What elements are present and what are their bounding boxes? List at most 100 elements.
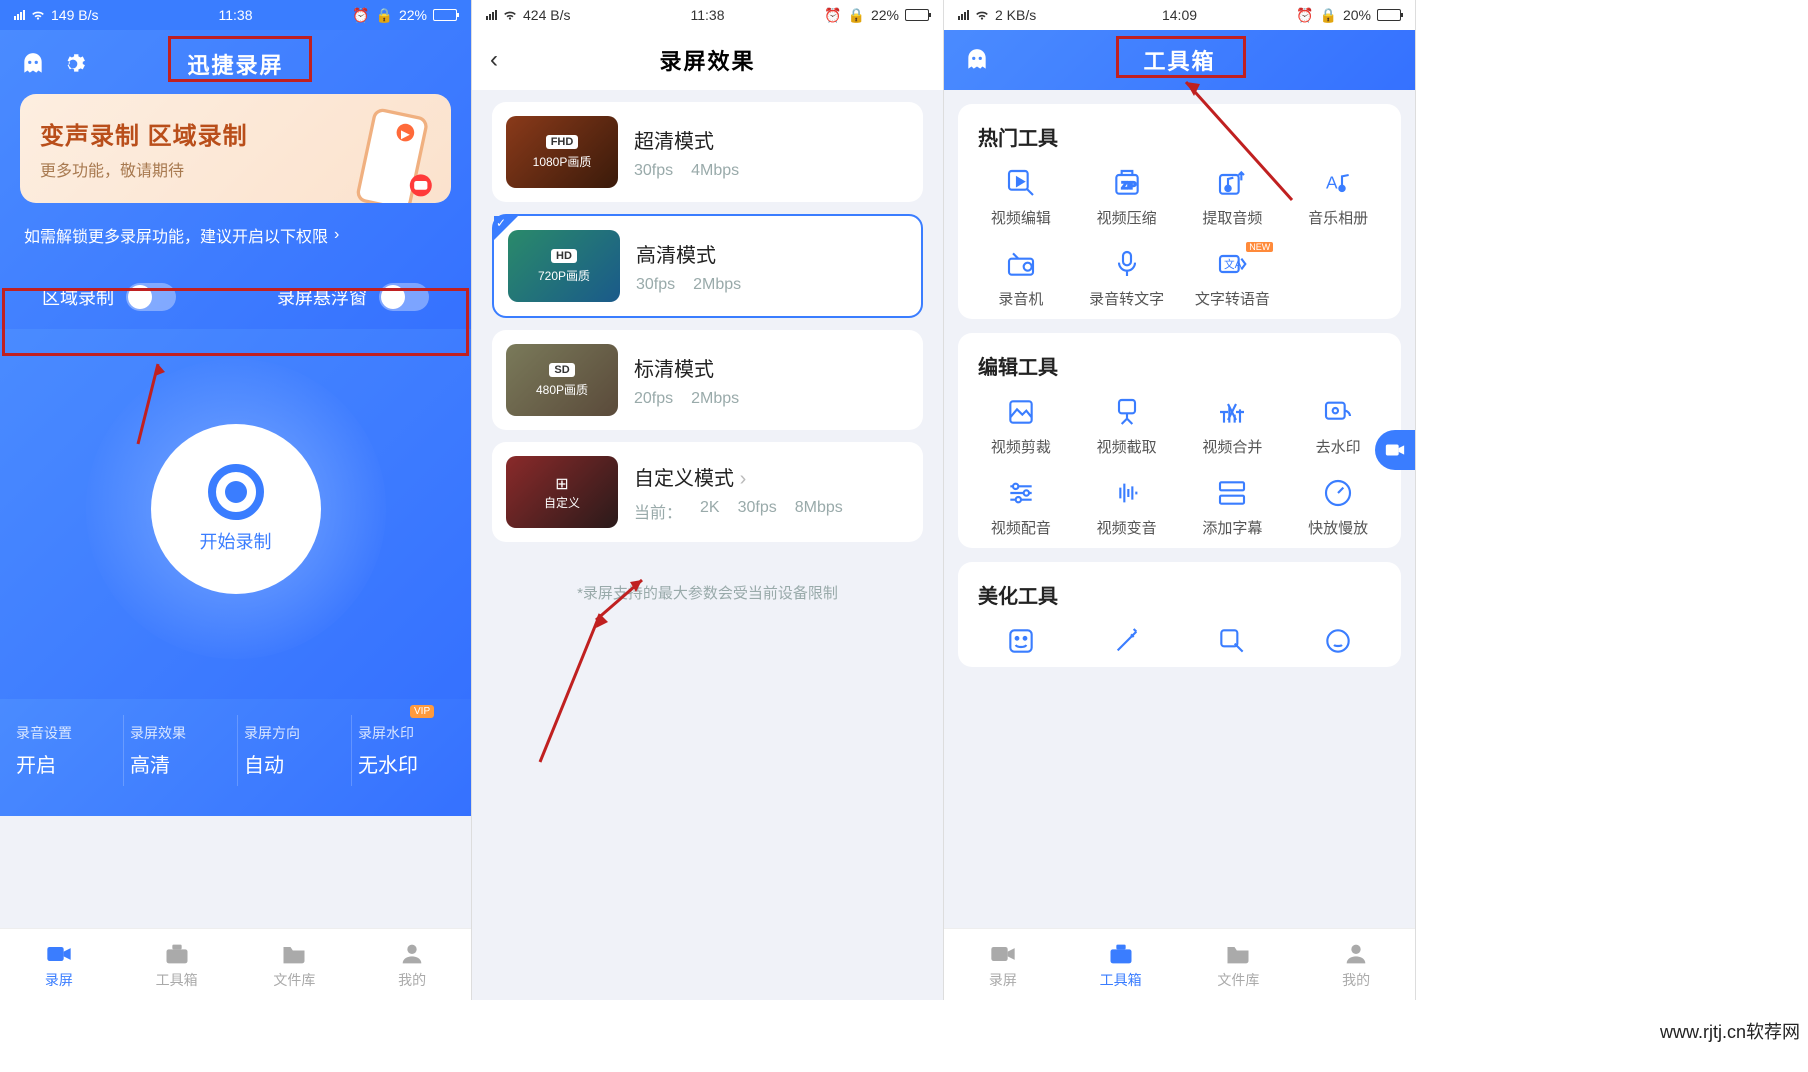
nav-record[interactable]: 录屏 [944, 929, 1062, 1000]
tool-video-dub[interactable]: 视频配音 [968, 477, 1074, 538]
nav-toolbox[interactable]: 工具箱 [118, 929, 236, 1000]
battery-icon [905, 9, 929, 21]
ghost-icon[interactable] [20, 51, 46, 77]
hd-thumb: HD 720P画质 [508, 230, 620, 302]
toolbox-icon [1107, 940, 1135, 968]
signal-icon [14, 10, 25, 20]
watermark-remove-icon [1322, 396, 1354, 428]
status-time: 11:38 [691, 7, 725, 23]
camera-icon [45, 940, 73, 968]
tool-add-subtitle[interactable]: 添加字幕 [1180, 477, 1286, 538]
svg-text:A: A [1326, 172, 1338, 192]
screen-record-home: 149 B/s 11:38 ⏰🔒 22% 迅捷录屏 变声录制 区域录制 更多功能… [0, 0, 472, 1000]
nav-profile[interactable]: 我的 [353, 929, 471, 1000]
status-bar: 424 B/s 11:38 ⏰🔒 22% [472, 0, 943, 30]
tool-video-trim[interactable]: 视频截取 [1074, 396, 1180, 457]
tool-video-edit[interactable]: 视频编辑 [968, 167, 1074, 228]
tool-music-album[interactable]: A音乐相册 [1285, 167, 1391, 228]
person-icon [1342, 940, 1370, 968]
smile-icon [1005, 625, 1037, 657]
tool-voice-change[interactable]: 视频变音 [1074, 477, 1180, 538]
watermark-text: www.rjtj.cn软荐网 [1660, 1018, 1800, 1044]
net-speed: 424 B/s [523, 7, 570, 23]
tool-speech-to-text[interactable]: 录音转文字 [1074, 248, 1180, 309]
chevron-right-icon: › [740, 468, 747, 490]
status-time: 14:09 [1162, 7, 1197, 23]
annotation-box-2 [168, 36, 312, 82]
permission-hint[interactable]: 如需解锁更多录屏功能，建议开启以下权限 › [20, 217, 451, 265]
zip-icon: ZIP [1111, 167, 1143, 199]
bottom-nav-1: 录屏 工具箱 文件库 我的 [0, 928, 471, 1000]
battery-icon [1377, 9, 1401, 21]
chevron-right-icon: › [334, 226, 339, 244]
annotation-arrow-1 [128, 356, 168, 446]
tool-text-to-speech[interactable]: NEW文A文字转语音 [1180, 248, 1286, 309]
new-badge: NEW [1246, 242, 1273, 252]
tool-beautify-3[interactable] [1180, 625, 1286, 657]
battery-pct: 22% [399, 7, 427, 23]
annotation-box-1 [2, 288, 469, 356]
face-icon [1322, 625, 1354, 657]
nav-files[interactable]: 文件库 [1180, 929, 1298, 1000]
quality-mode-fhd[interactable]: FHD 1080P画质 超清模式 30fps4Mbps [492, 102, 923, 202]
option-watermark[interactable]: VIP 录屏水印 无水印 [351, 715, 461, 786]
sliders-icon [1005, 477, 1037, 509]
status-bar: 2 KB/s 14:09 ⏰🔒 20% [944, 0, 1415, 30]
record-ring-icon [208, 464, 264, 520]
option-quality[interactable]: 录屏效果 高清 [123, 715, 233, 786]
tool-beautify-2[interactable] [1074, 625, 1180, 657]
tool-beautify-4[interactable] [1285, 625, 1391, 657]
annotation-arrow-2b [530, 608, 610, 768]
folder-icon [1224, 940, 1252, 968]
ghost-icon[interactable] [964, 47, 990, 73]
nav-files[interactable]: 文件库 [236, 929, 354, 1000]
nav-profile[interactable]: 我的 [1297, 929, 1415, 1000]
quality-mode-hd[interactable]: HD 720P画质 高清模式 30fps2Mbps [492, 214, 923, 318]
net-speed: 149 B/s [51, 7, 98, 23]
wand-icon [1111, 625, 1143, 657]
battery-icon [433, 9, 457, 21]
promo-banner[interactable]: 变声录制 区域录制 更多功能，敬请期待 [20, 94, 451, 203]
cursor-icon [1216, 625, 1248, 657]
vip-badge: VIP [410, 705, 434, 718]
annotation-box-3 [1116, 36, 1246, 78]
page-title: 录屏效果 [659, 44, 755, 76]
signal-icon [486, 10, 497, 20]
quality-mode-custom[interactable]: ⊞ 自定义 自定义模式 › 当前：2K30fps8Mbps [492, 442, 923, 542]
person-icon [398, 940, 426, 968]
music-album-icon: A [1322, 167, 1354, 199]
battery-pct: 22% [871, 7, 899, 23]
signal-icon [958, 10, 969, 20]
record-button-label: 开始录制 [200, 528, 272, 554]
net-speed: 2 KB/s [995, 7, 1036, 23]
play-edit-icon [1005, 167, 1037, 199]
speed-icon [1322, 477, 1354, 509]
start-record-button[interactable]: 开始录制 [151, 424, 321, 594]
record-options-row: 录音设置 开启 录屏效果 高清 录屏方向 自动 VIP 录屏水印 无水印 [0, 699, 471, 816]
tool-beautify-1[interactable] [968, 625, 1074, 657]
battery-pct: 20% [1343, 7, 1371, 23]
tool-speed-change[interactable]: 快放慢放 [1285, 477, 1391, 538]
option-audio[interactable]: 录音设置 开启 [10, 715, 119, 786]
float-record-button[interactable] [1375, 430, 1415, 470]
wifi-icon [31, 8, 45, 22]
folder-icon [280, 940, 308, 968]
mic-text-icon [1111, 248, 1143, 280]
tool-video-crop[interactable]: 视频剪裁 [968, 396, 1074, 457]
back-button[interactable]: ‹ [490, 46, 498, 74]
trim-icon [1111, 396, 1143, 428]
quality-mode-sd[interactable]: SD 480P画质 标清模式 20fps2Mbps [492, 330, 923, 430]
custom-thumb: ⊞ 自定义 [506, 456, 618, 528]
tool-recorder[interactable]: 录音机 [968, 248, 1074, 309]
waveform-icon [1111, 477, 1143, 509]
option-orientation[interactable]: 录屏方向 自动 [237, 715, 347, 786]
sd-thumb: SD 480P画质 [506, 344, 618, 416]
nav-toolbox[interactable]: 工具箱 [1062, 929, 1180, 1000]
nav-record[interactable]: 录屏 [0, 929, 118, 1000]
tool-video-merge[interactable]: 视频合并 [1180, 396, 1286, 457]
svg-text:文A: 文A [1224, 258, 1243, 271]
tool-video-compress[interactable]: ZIP视频压缩 [1074, 167, 1180, 228]
wifi-icon [975, 8, 989, 22]
bottom-nav-3: 录屏 工具箱 文件库 我的 [944, 928, 1415, 1000]
gear-icon[interactable] [60, 51, 86, 77]
